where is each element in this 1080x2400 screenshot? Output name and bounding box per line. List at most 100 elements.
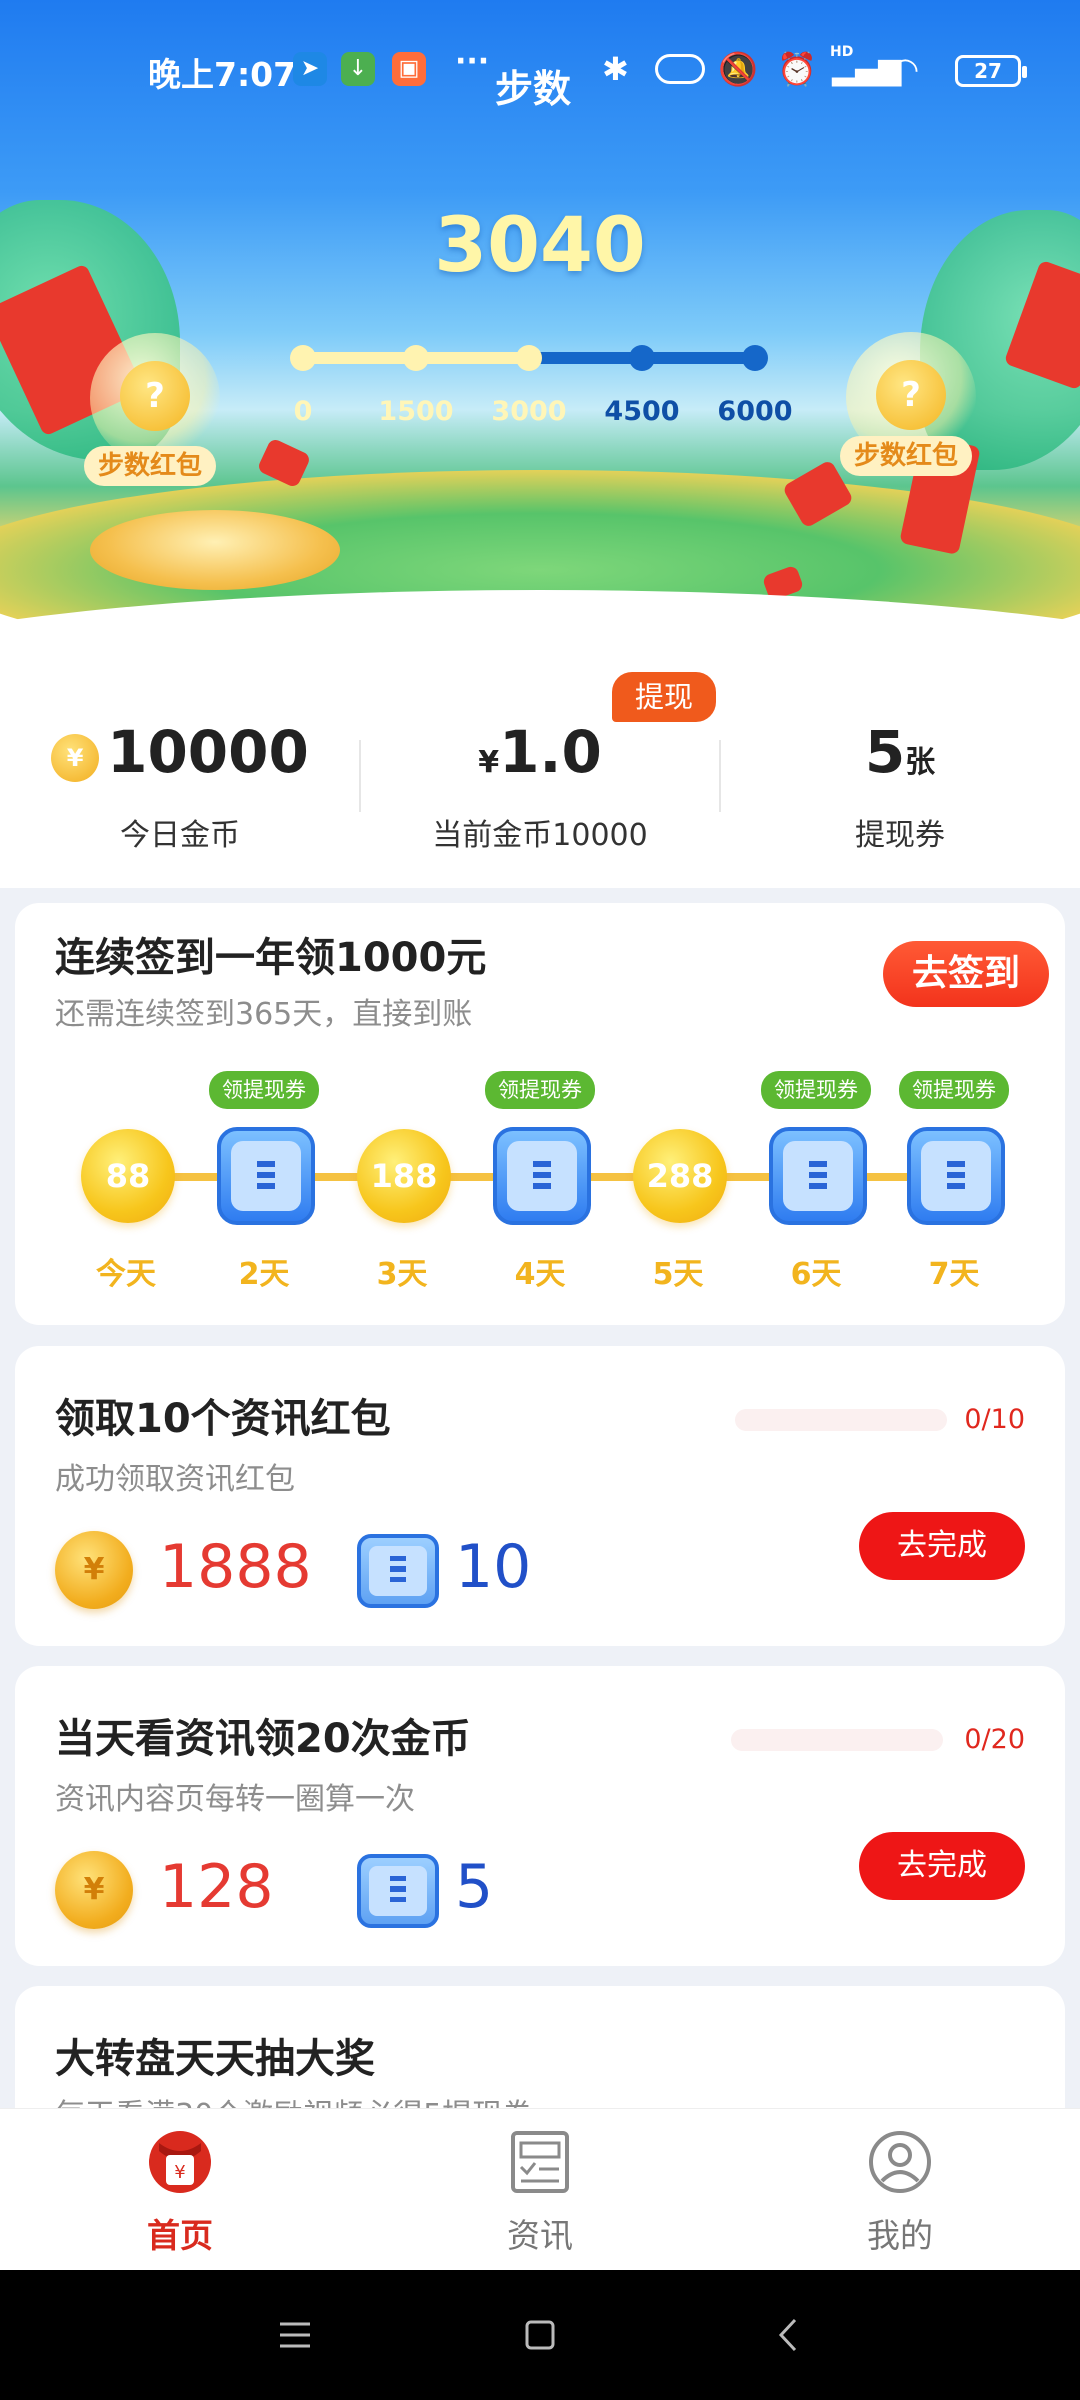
voucher-ticket-icon [357,1534,439,1608]
nav-home-label: 首页 [147,2216,213,2255]
voucher-badge: 领提现券 [485,1071,595,1109]
task-card: 领取10个资讯红包 成功领取资讯红包 0/10 ¥ 1888 10 去完成 [15,1346,1065,1646]
signal-bars-icon: ▂▄▆ [832,52,902,87]
coin-pile-decoration [90,510,340,590]
checkin-day-label: 7天 [928,1257,980,1292]
step-redpacket-label-right[interactable]: 步数红包 [840,436,973,476]
app-notification-icon: ➤ [293,52,327,86]
coin-reward-value: 128 [159,1852,274,1922]
menu-icon[interactable] [270,2310,320,2360]
checkin-button[interactable]: 去签到 [883,941,1049,1007]
wifi-icon: ◠ [893,50,918,88]
step-milestone-dot [290,345,316,371]
gold-coin-icon: 188 [357,1129,451,1223]
task-progress-bar [735,1409,947,1431]
gold-coin-icon: 88 [81,1129,175,1223]
task-subtitle: 资讯内容页每转一圈算一次 [55,1782,415,1817]
download-notification-icon: ↓ [341,52,375,86]
voucher-badge: 领提现券 [899,1071,1009,1109]
current-cash-value-row: ¥1.0 [360,718,720,786]
checkin-subtitle: 还需连续签到365天，直接到账 [55,997,473,1032]
status-time: 晚上7:07 [148,55,297,94]
vouchers-unit: 张 [905,745,936,780]
nav-news-label: 资讯 [507,2216,573,2255]
checkin-day-label: 6天 [790,1257,842,1292]
home-redpacket-icon: ¥ [149,2131,211,2193]
checkin-card: 连续签到一年领1000元 还需连续签到365天，直接到账 去签到 88 今天 领提现… [15,903,1065,1325]
system-navigation-bar [0,2270,1080,2400]
voucher-ticket-icon [357,1854,439,1928]
checkin-day-label: 4天 [514,1257,566,1292]
vouchers-value-row: 5张 [720,718,1080,786]
complete-task-button[interactable]: 去完成 [859,1832,1025,1900]
step-milestone-dot [629,345,655,371]
mystery-coin-icon: ? [876,360,946,430]
alarm-icon: ⏰ [777,50,817,88]
home-square-icon[interactable] [515,2310,565,2360]
task-subtitle: 成功领取资讯红包 [55,1462,295,1497]
today-coins-value-row: ¥10000 [0,718,360,786]
step-redpacket-bubble-left[interactable]: ? [90,333,220,463]
profile-icon [869,2131,931,2193]
step-milestone-label: 6000 [717,396,793,427]
task-title: 当天看资讯领20次金币 [55,1716,471,1762]
withdraw-button[interactable]: 提现 [612,672,716,722]
step-milestone-dot [742,345,768,371]
today-coins-label: 今日金币 [120,818,240,853]
nav-home[interactable]: ¥ 首页 [0,2109,360,2271]
step-milestone-label: 1500 [378,396,454,427]
svg-text:¥: ¥ [174,2162,185,2183]
back-icon[interactable] [765,2310,815,2360]
task-progress-bar [731,1729,943,1751]
step-milestone-label: 4500 [604,396,680,427]
vouchers-value: 5 [864,718,906,786]
checkin-day-label: 2天 [238,1257,290,1292]
vouchers-label: 提现券 [855,818,945,853]
task-progress-count: 0/20 [964,1724,1025,1755]
bottom-navigation: ¥ 首页 资讯 我的 [0,2108,1080,2270]
toggle-icon [655,54,705,84]
gold-coin-icon: ¥ [55,1851,133,1929]
today-coins[interactable]: ¥10000 今日金币 [0,640,360,888]
shopping-notification-icon: ▣ [392,52,426,86]
currency-symbol: ¥ [478,745,500,780]
voucher-badge: 领提现券 [209,1071,319,1109]
status-bar: 晚上7:07 ➤ ↓ ▣ ··· 步数 ✱ 🔕 ⏰ HD ▂▄▆ ◠ 27 [0,0,1080,140]
task-card: 当天看资讯领20次金币 资讯内容页每转一圈算一次 0/20 ¥ 128 5 去完… [15,1666,1065,1966]
summary-panel: ¥10000 今日金币 ¥1.0 当前金币10000 5张 提现券 [0,640,1080,888]
mute-icon: 🔕 [718,50,758,88]
step-milestone-dot [403,345,429,371]
current-cash-label: 当前金币10000 [432,818,648,853]
task-title: 领取10个资讯红包 [55,1396,391,1442]
news-icon [511,2131,569,2193]
more-notifications-icon: ··· [455,44,490,79]
step-redpacket-label-left[interactable]: 步数红包 [84,446,217,486]
step-milestone-label: 3000 [491,396,567,427]
today-coins-value: 10000 [107,718,309,786]
step-milestone-dot [516,345,542,371]
step-count: 3040 [434,200,646,289]
gold-coin-icon: 288 [633,1129,727,1223]
checkin-day-label: 3天 [376,1257,428,1292]
task-progress-count: 0/10 [964,1404,1025,1435]
nav-news[interactable]: 资讯 [360,2109,720,2271]
mystery-coin-icon: ? [120,361,190,431]
voucher-ticket-icon [217,1127,315,1225]
voucher-ticket-icon [493,1127,591,1225]
bluetooth-icon: ✱ [602,50,629,88]
withdraw-vouchers[interactable]: 5张 提现券 [720,640,1080,888]
voucher-reward-value: 10 [455,1532,532,1602]
checkin-title: 连续签到一年领1000元 [55,935,487,981]
complete-task-button[interactable]: 去完成 [859,1512,1025,1580]
voucher-ticket-icon [769,1127,867,1225]
battery-icon: 27 [955,55,1027,87]
nav-profile-label: 我的 [867,2216,933,2255]
gold-coin-icon: ¥ [55,1531,133,1609]
voucher-reward-value: 5 [455,1852,494,1922]
current-cash-value: 1.0 [499,718,602,786]
voucher-ticket-icon [907,1127,1005,1225]
checkin-day-label: 5天 [652,1257,704,1292]
status-app-title: 步数 [495,67,572,111]
nav-profile[interactable]: 我的 [720,2109,1080,2271]
voucher-badge: 领提现券 [761,1071,871,1109]
